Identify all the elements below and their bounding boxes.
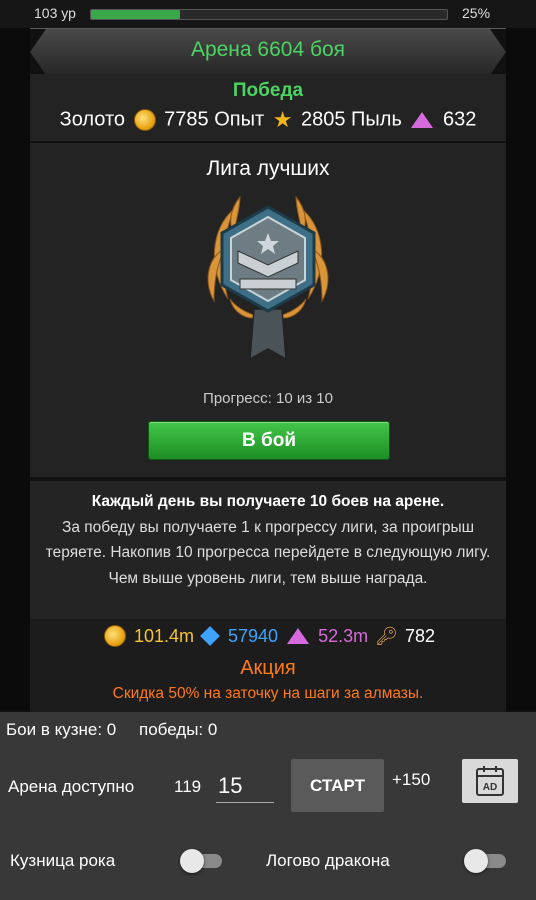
battle-result: Победа <box>232 80 304 101</box>
league-badge-icon <box>207 195 329 361</box>
info-headline: Каждый день вы получаете 10 боев на арен… <box>91 493 445 510</box>
key-icon: 🔑︎ <box>375 625 399 646</box>
arena-available-label: Арена доступно <box>8 777 135 796</box>
control-panel: Бои в кузне: 0 победы: 0 Арена доступно … <box>0 712 536 900</box>
dust-balance: 52.3m <box>318 625 369 646</box>
forge-fights: Бои в кузне: 0 <box>6 720 117 739</box>
key-balance: 782 <box>405 625 436 646</box>
dust-gem-icon <box>411 112 434 128</box>
dust-label: Пыль <box>351 108 402 131</box>
dragon-toggle-label: Логово дракона <box>266 851 390 870</box>
dust-gem-icon <box>287 628 310 645</box>
xp-percent: 25% <box>462 5 491 21</box>
forge-wins: победы: 0 <box>139 720 218 739</box>
left-margin <box>0 28 30 710</box>
coin-icon <box>103 625 126 648</box>
start-button[interactable]: СТАРТ <box>291 759 384 812</box>
coin-icon <box>133 109 156 131</box>
ad-icon-text: AD <box>483 782 497 793</box>
player-level: 103 ур <box>34 5 76 21</box>
toggle-knob <box>464 849 488 873</box>
league-name: Лига лучших <box>206 157 330 180</box>
arena-available-count: 119 <box>174 777 202 796</box>
exp-label: Опыт <box>214 108 265 131</box>
gold-balance: 101.4m <box>133 625 194 646</box>
rewards-row: Золото 7785 Опыт ★ 2805 Пыль 632 <box>30 107 506 133</box>
currency-row: 101.4m 57940 52.3m 🔑︎ 782 <box>30 625 506 648</box>
gold-label: Золото <box>59 108 126 131</box>
exp-reward: 2805 <box>300 108 346 131</box>
arena-banner: Арена 6604 боя <box>30 28 506 77</box>
promo-text: Скидка 50% на заточку на шаги за алмазы. <box>112 685 424 702</box>
star-icon: ★ <box>272 107 293 132</box>
arena-title: Арена 6604 боя <box>190 38 346 61</box>
info-text: За победу вы получаете 1 к прогрессу лиг… <box>45 518 491 587</box>
dust-reward: 632 <box>443 108 477 131</box>
right-margin <box>506 28 536 710</box>
toggle-knob <box>180 849 204 873</box>
info-text-block: Каждый день вы получаете 10 боев на арен… <box>44 489 492 591</box>
forge-toggle-label: Кузница рока <box>10 851 116 870</box>
league-progress: Прогресс: 10 из 10 <box>203 390 333 407</box>
ad-button[interactable]: AD <box>462 759 518 803</box>
gold-reward: 7785 <box>164 108 209 131</box>
fight-button[interactable]: В бой <box>148 421 390 460</box>
diamond-icon <box>200 626 220 647</box>
top-bar: 103 ур 25% <box>0 0 536 28</box>
xp-bar-fill <box>91 10 180 19</box>
currency-panel: 101.4m 57940 52.3m 🔑︎ 782 Акция Скидка 5… <box>30 619 506 713</box>
diamond-balance: 57940 <box>228 625 279 646</box>
promo-title: Акция <box>240 657 296 679</box>
result-panel: Победа Золото 7785 Опыт ★ 2805 Пыль 632 <box>30 74 506 143</box>
forge-stats: Бои в кузне: 0 победы: 0 <box>6 720 235 740</box>
bonus-label: +150 <box>392 770 431 789</box>
ad-icon: AD <box>476 766 504 796</box>
league-panel: Лига лучших Прогресс: 10 из 10 В бой <box>30 143 506 477</box>
info-panel: Каждый день вы получаете 10 боев на арен… <box>30 479 506 621</box>
xp-bar <box>90 9 448 20</box>
forge-toggle[interactable] <box>180 848 226 874</box>
arena-fights-input[interactable] <box>216 770 274 803</box>
dragon-toggle[interactable] <box>464 848 510 874</box>
